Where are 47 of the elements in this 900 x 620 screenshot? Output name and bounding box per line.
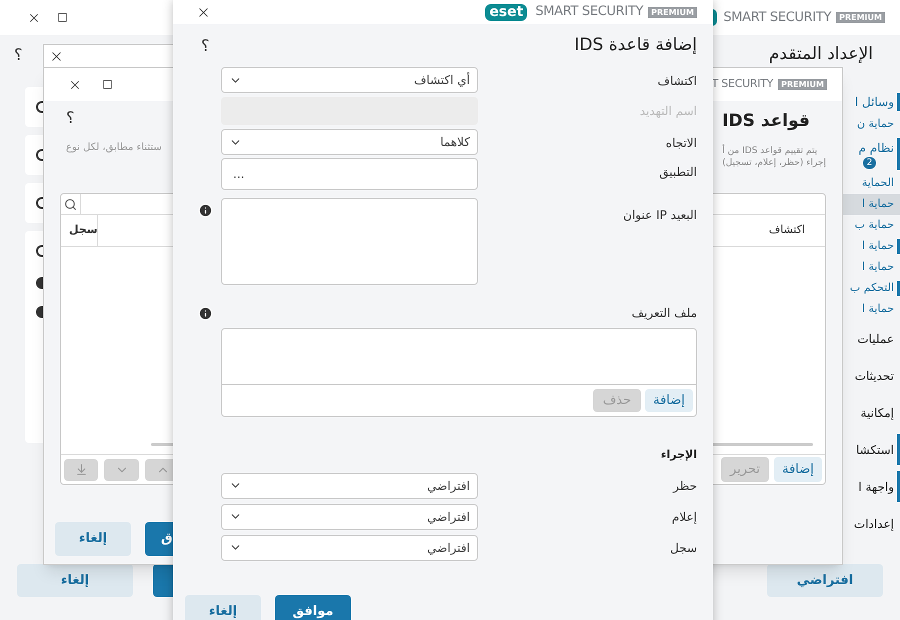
help-icon[interactable]: ؟ [14, 43, 22, 67]
toolbar-button[interactable]: إضافة [774, 457, 822, 482]
maximize-icon[interactable] [102, 79, 113, 90]
product-name: SMART SECURITY [723, 8, 832, 27]
field-label: سجل [669, 540, 697, 556]
window-title: قواعد IDS [722, 110, 810, 133]
column-header[interactable]: اكتشاف [768, 215, 825, 246]
secondary-button[interactable]: إلغاء [185, 594, 261, 620]
edition-badge: PREMIUM [836, 12, 885, 23]
dialog-title: إضافة قاعدة IDS [574, 34, 697, 57]
field-label: إعلام [670, 508, 697, 526]
dropdown[interactable]: افتراضي [221, 534, 478, 560]
maximize-icon[interactable] [57, 12, 68, 23]
eset-logo: eset [485, 4, 528, 20]
product-name: SMART SECURITY [535, 3, 644, 22]
field-label: اكتشاف [656, 73, 697, 90]
ok-button[interactable]: موافق [275, 594, 351, 620]
field-label: التطبيق [658, 164, 697, 181]
field-label: حظر [672, 478, 697, 494]
dropdown[interactable]: أي اكتشاف [221, 67, 478, 93]
help-icon[interactable]: ؟ [201, 34, 210, 58]
description-text: ستثناء مطابق، لكل نوع [66, 141, 162, 155]
move-bottom-button[interactable] [64, 458, 98, 480]
dropdown[interactable]: افتراضي [221, 472, 478, 498]
page-title: الإعداد المتقدم [768, 44, 873, 64]
edition-badge: PREMIUM [778, 79, 827, 90]
field-label: ملف التعريف [632, 305, 697, 322]
field-label: الاتجاه [664, 135, 697, 152]
description-text: يتم تقييم قواعد IDS من أ [722, 144, 818, 156]
edition-badge: PREMIUM [648, 6, 697, 18]
description-text: إجراء (حظر، إعلام، تسجيل) [722, 156, 826, 168]
help-icon[interactable]: ؟ [66, 108, 162, 128]
count-badge: 2 [862, 157, 876, 169]
secondary-button[interactable]: إلغاء [55, 522, 131, 556]
dropdown[interactable]: افتراضي [221, 504, 478, 530]
sidebar-item[interactable]: حماية ا [843, 194, 900, 215]
search-icon[interactable] [64, 198, 77, 210]
field-label: اسم التهديد [638, 103, 697, 120]
secondary-button[interactable]: إلغاء [17, 564, 133, 597]
dropdown[interactable]: كلاهما [221, 129, 478, 155]
move-bottom-icon [74, 463, 88, 476]
toolbar-button[interactable]: إضافة [645, 389, 693, 412]
section-heading: الإجراء [660, 447, 697, 463]
field-label: عنوان IP البعيد [622, 207, 697, 224]
secondary-button[interactable]: افتراضي [767, 564, 883, 597]
column-header[interactable]: سجل [61, 215, 98, 246]
application-field[interactable]: ... [221, 158, 478, 190]
